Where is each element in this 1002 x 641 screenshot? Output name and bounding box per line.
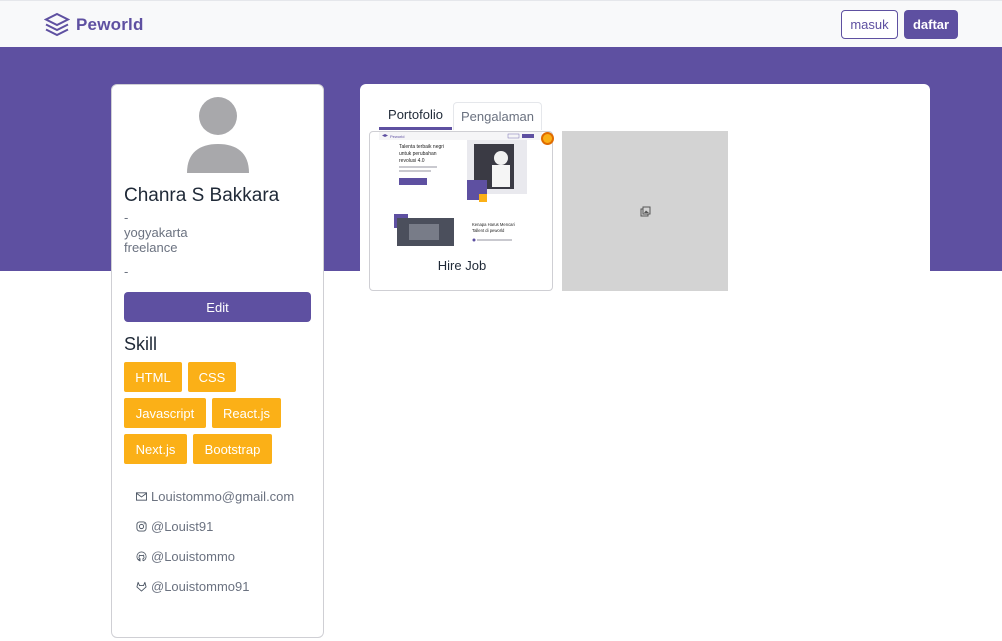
portfolio-item[interactable]: Peworld Talenta terbaik negri untuk peru… <box>369 131 553 291</box>
contact-email[interactable]: Louistommo@gmail.com <box>136 489 294 504</box>
skill-badge: CSS <box>188 362 236 392</box>
peworld-logo-icon <box>44 12 70 37</box>
portfolio-placeholder[interactable] <box>562 131 728 291</box>
portfolio-thumbnail: Peworld Talenta terbaik negri untuk peru… <box>379 132 542 246</box>
skill-badge: Bootstrap <box>193 434 272 464</box>
register-button[interactable]: daftar <box>904 10 958 39</box>
contact-email-text: Louistommo@gmail.com <box>151 489 295 504</box>
contact-gitlab-text: @Louistommo91 <box>151 579 250 594</box>
profile-work-type: freelance <box>124 240 178 255</box>
contact-gitlab[interactable]: @Louistommo91 <box>136 579 249 594</box>
contact-instagram[interactable]: @Louist91 <box>136 519 213 534</box>
skill-title: Skill <box>124 334 158 354</box>
profile-card: Chanra S Bakkara - yogyakarta freelance … <box>111 84 324 638</box>
contact-instagram-text: @Louist91 <box>151 519 214 534</box>
edit-profile-button[interactable]: Edit <box>124 292 311 322</box>
skill-badge: React.js <box>212 398 281 428</box>
contact-github[interactable]: @Louistommo <box>136 549 235 564</box>
mail-icon <box>136 492 147 501</box>
image-icon <box>640 206 650 216</box>
skill-badge: Javascript <box>124 398 206 428</box>
profile-location: yogyakarta <box>124 225 188 240</box>
gitlab-icon <box>136 581 147 592</box>
thumb-brand: Peworld <box>390 134 404 139</box>
tab-portofolio[interactable]: Portofolio <box>379 102 452 130</box>
brand-logo[interactable]: Peworld <box>44 12 144 38</box>
portfolio-title: Hire Job <box>437 258 487 273</box>
profile-name: Chanra S Bakkara <box>124 185 280 206</box>
skill-badge: HTML <box>124 362 182 392</box>
brand-name: Peworld <box>76 15 144 34</box>
contact-github-text: @Louistommo <box>151 549 236 564</box>
github-icon <box>136 551 147 562</box>
profile-job: - <box>124 210 129 225</box>
navbar: Peworld masuk daftar <box>0 0 1002 47</box>
login-button[interactable]: masuk <box>841 10 898 39</box>
portfolio-badge-icon <box>541 132 554 145</box>
tab-pengalaman[interactable]: Pengalaman <box>453 102 542 130</box>
profile-description: - <box>124 264 129 279</box>
avatar <box>187 97 249 173</box>
instagram-icon <box>136 521 147 532</box>
skill-badge: Next.js <box>124 434 187 464</box>
